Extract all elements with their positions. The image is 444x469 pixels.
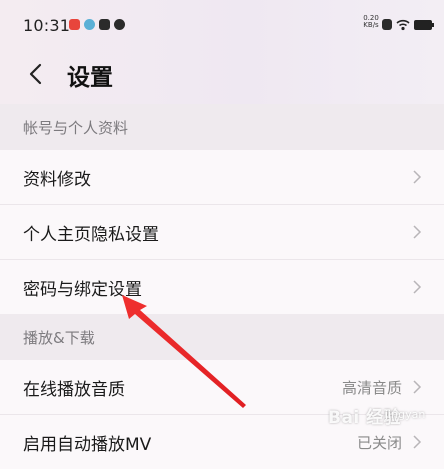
- settings-row-profile-edit[interactable]: 资料修改: [0, 150, 444, 204]
- settings-row-privacy[interactable]: 个人主页隐私设置: [0, 205, 444, 259]
- sim-icon: [382, 19, 392, 30]
- chevron-right-icon: [413, 170, 422, 184]
- row-value: 已关闭: [356, 434, 402, 452]
- message-icon: [99, 19, 110, 30]
- app-notification-icon: [69, 19, 80, 30]
- network-speed: 0.20 KB/s: [363, 15, 379, 29]
- page-title: 设置: [67, 65, 113, 91]
- status-time: 10:31: [23, 16, 71, 35]
- section-title: 帐号与个人资料: [23, 119, 129, 137]
- back-chevron-icon[interactable]: [28, 63, 44, 85]
- chevron-right-icon: [413, 380, 422, 394]
- settings-row-password-binding[interactable]: 密码与绑定设置: [0, 260, 444, 314]
- row-label: 在线播放音质: [23, 380, 125, 400]
- row-label: 个人主页隐私设置: [23, 225, 159, 245]
- chevron-right-icon: [413, 225, 422, 239]
- row-value: 高清音质: [341, 379, 402, 397]
- chevron-right-icon: [413, 280, 422, 294]
- watermark-sub: jingyan: [385, 408, 426, 421]
- network-speed-unit: KB/s: [363, 21, 379, 29]
- section-header-account: 帐号与个人资料: [0, 104, 444, 150]
- chevron-right-icon: [413, 435, 422, 449]
- row-label: 密码与绑定设置: [23, 280, 142, 300]
- assistant-icon: [84, 19, 95, 30]
- battery-icon: [414, 20, 434, 30]
- row-label: 启用自动播放MV: [23, 435, 152, 455]
- location-icon: [114, 19, 125, 30]
- row-label: 资料修改: [23, 170, 91, 190]
- section-title: 播放&下载: [23, 329, 95, 347]
- section-header-playback: 播放&下载: [0, 314, 444, 360]
- status-bar: 10:31 0.20 KB/s: [0, 0, 444, 50]
- wifi-icon: [396, 19, 410, 31]
